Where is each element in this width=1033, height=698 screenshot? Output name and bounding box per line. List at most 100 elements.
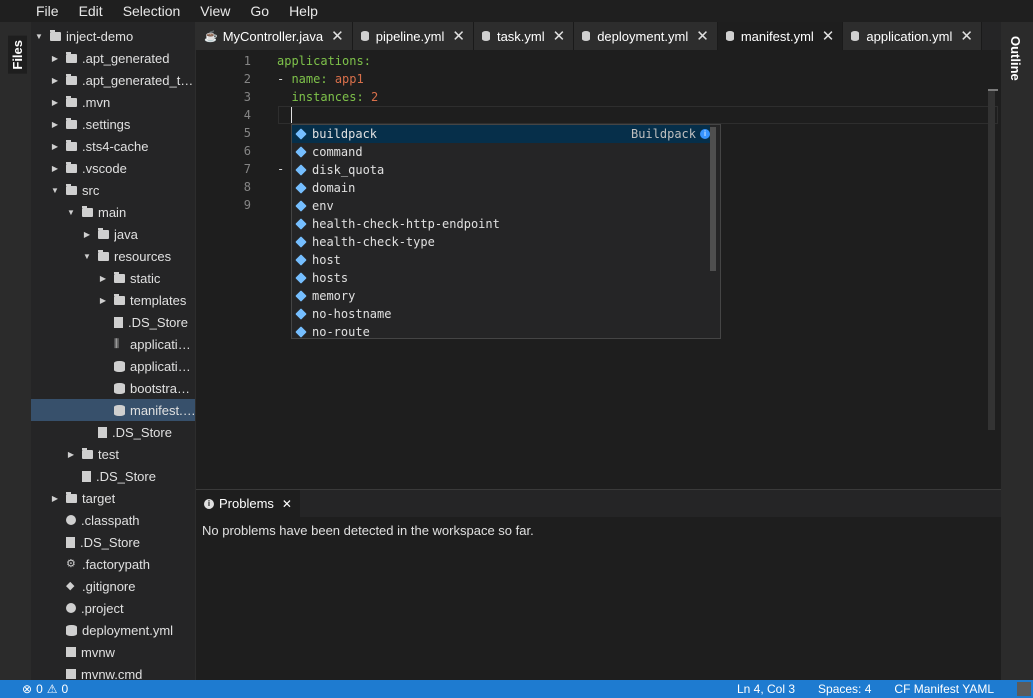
tree-item[interactable]: ⫼ applicati…: [31, 333, 195, 355]
problems-status[interactable]: ⊗ 0 ⚠ 0: [0, 682, 72, 696]
suggestion-item[interactable]: host: [292, 251, 710, 269]
tree-item[interactable]: mvnw.cmd: [31, 663, 195, 680]
close-icon[interactable]: ✕: [960, 27, 973, 45]
cursor-position[interactable]: Ln 4, Col 3: [737, 682, 795, 696]
chevron-right-icon[interactable]: ▶: [98, 274, 108, 283]
notifications-icon[interactable]: [1017, 682, 1031, 696]
chevron-down-icon[interactable]: ▼: [50, 186, 60, 195]
autocomplete-scrollbar[interactable]: [710, 127, 716, 271]
info-icon[interactable]: i: [700, 129, 710, 139]
autocomplete-popup[interactable]: buildpack Buildpack i command disk_quota doma…: [291, 124, 721, 339]
suggestion-item[interactable]: health-check-type: [292, 233, 710, 251]
suggestion-item[interactable]: env: [292, 197, 710, 215]
tree-item[interactable]: ▶ test: [31, 443, 195, 465]
yaml-file-icon: [360, 31, 369, 41]
files-panel-toggle[interactable]: Files: [8, 36, 27, 74]
outline-panel-toggle[interactable]: Outline: [1008, 36, 1023, 81]
close-icon[interactable]: ✕: [282, 497, 292, 511]
close-icon[interactable]: ✕: [553, 27, 566, 45]
tree-item-label: .DS_Store: [112, 424, 172, 440]
chevron-right-icon[interactable]: ▶: [50, 142, 60, 151]
tab-application-yml[interactable]: application.yml ✕: [843, 22, 982, 50]
menu-view[interactable]: View: [200, 0, 230, 22]
suggestion-label: env: [312, 199, 334, 213]
tree-item[interactable]: ▶ target: [31, 487, 195, 509]
tree-item[interactable]: .DS_Store: [31, 465, 195, 487]
chevron-right-icon[interactable]: ▶: [98, 296, 108, 305]
suggestion-item[interactable]: health-check-http-endpoint: [292, 215, 710, 233]
editor-scrollbar[interactable]: [988, 90, 995, 430]
chevron-right-icon[interactable]: ▶: [50, 494, 60, 503]
close-icon[interactable]: ✕: [822, 27, 835, 45]
tab-manifest-yml[interactable]: manifest.yml ✕: [717, 22, 844, 50]
indentation-setting[interactable]: Spaces: 4: [818, 682, 871, 696]
suggestion-label: domain: [312, 181, 356, 195]
close-icon[interactable]: ✕: [452, 27, 465, 45]
chevron-right-icon[interactable]: ▶: [50, 54, 60, 63]
close-icon[interactable]: ✕: [696, 27, 709, 45]
tab-label: deployment.yml: [597, 28, 689, 44]
suggestion-item[interactable]: buildpack Buildpack i: [292, 125, 710, 143]
tree-item[interactable]: ◆ .gitignore: [31, 575, 195, 597]
tree-item[interactable]: .project: [31, 597, 195, 619]
suggestion-item[interactable]: no-route: [292, 323, 710, 338]
suggestion-item[interactable]: memory: [292, 287, 710, 305]
tree-item[interactable]: ▼ main: [31, 201, 195, 223]
suggestion-item[interactable]: no-hostname: [292, 305, 710, 323]
suggestion-item[interactable]: command: [292, 143, 710, 161]
tree-item[interactable]: mvnw: [31, 641, 195, 663]
tree-item[interactable]: ▼ resources: [31, 245, 195, 267]
suggestion-detail: Buildpack: [630, 127, 696, 141]
property-icon: [295, 254, 307, 266]
tree-item[interactable]: ⚙ .factorypath: [31, 553, 195, 575]
tree-item[interactable]: ▶ .apt_generated: [31, 47, 195, 69]
chevron-right-icon[interactable]: ▶: [66, 450, 76, 459]
tree-item[interactable]: ▶ .vscode: [31, 157, 195, 179]
chevron-right-icon[interactable]: ▶: [82, 230, 92, 239]
menu-file[interactable]: File: [36, 0, 59, 22]
tab-mycontroller-java[interactable]: ☕ MyController.java ✕: [196, 22, 353, 50]
tree-item[interactable]: ▶ .sts4-cache: [31, 135, 195, 157]
tree-item[interactable]: ▶ static: [31, 267, 195, 289]
tab-deployment-yml[interactable]: deployment.yml ✕: [574, 22, 718, 50]
close-icon[interactable]: ✕: [331, 27, 344, 45]
chevron-right-icon[interactable]: ▶: [50, 164, 60, 173]
tree-item[interactable]: .DS_Store: [31, 531, 195, 553]
tree-item[interactable]: bootstra…: [31, 377, 195, 399]
chevron-down-icon[interactable]: ▼: [82, 252, 92, 261]
tab-problems[interactable]: i Problems ✕: [196, 490, 300, 517]
suggestion-item[interactable]: hosts: [292, 269, 710, 287]
tree-item[interactable]: deployment.yml: [31, 619, 195, 641]
menu-selection[interactable]: Selection: [123, 0, 181, 22]
suggestion-item[interactable]: domain: [292, 179, 710, 197]
chevron-right-icon[interactable]: ▶: [50, 98, 60, 107]
tree-item[interactable]: .classpath: [31, 509, 195, 531]
menu-edit[interactable]: Edit: [79, 0, 103, 22]
property-icon: [295, 164, 307, 176]
suggestion-item[interactable]: disk_quota: [292, 161, 710, 179]
tree-item[interactable]: ▼ inject-demo: [31, 25, 195, 47]
problems-tab-bar: i Problems ✕: [196, 490, 1001, 517]
folder-icon: [98, 249, 109, 261]
chevron-down-icon[interactable]: ▼: [66, 208, 76, 217]
tree-item[interactable]: manifest.…: [31, 399, 195, 421]
tree-item[interactable]: .DS_Store: [31, 311, 195, 333]
tree-item[interactable]: ▶ java: [31, 223, 195, 245]
tree-item[interactable]: .DS_Store: [31, 421, 195, 443]
suggestion-label: no-hostname: [312, 307, 392, 321]
tree-item[interactable]: ▶ templates: [31, 289, 195, 311]
tree-item[interactable]: ▶ .mvn: [31, 91, 195, 113]
tree-item[interactable]: ▶ .apt_generated_t…: [31, 69, 195, 91]
language-mode[interactable]: CF Manifest YAML: [894, 682, 994, 696]
tree-item-label: .DS_Store: [96, 468, 156, 484]
menu-help[interactable]: Help: [289, 0, 318, 22]
chevron-right-icon[interactable]: ▶: [50, 120, 60, 129]
chevron-down-icon[interactable]: ▼: [34, 32, 44, 41]
tab-task-yml[interactable]: task.yml ✕: [473, 22, 575, 50]
tab-pipeline-yml[interactable]: pipeline.yml ✕: [352, 22, 474, 50]
tree-item[interactable]: applicati…: [31, 355, 195, 377]
chevron-right-icon[interactable]: ▶: [50, 76, 60, 85]
menu-go[interactable]: Go: [250, 0, 269, 22]
tree-item[interactable]: ▶ .settings: [31, 113, 195, 135]
tree-item[interactable]: ▼ src: [31, 179, 195, 201]
